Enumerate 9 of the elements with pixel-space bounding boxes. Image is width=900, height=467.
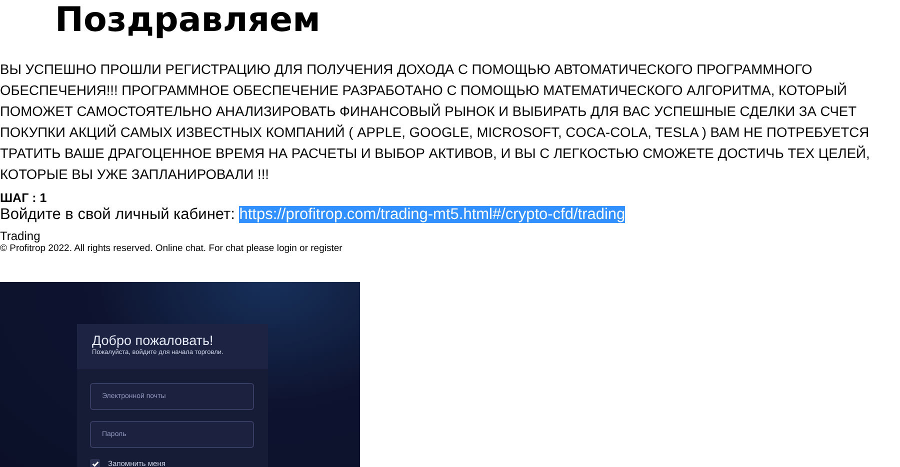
remember-checkbox[interactable]: [90, 459, 100, 467]
instruction-text: Войдите в свой личный кабинет:: [0, 206, 235, 223]
copyright-text: © Profitrop 2022. All rights reserved. Online chat. For chat please login or register: [0, 243, 344, 255]
step-label: ШАГ : 1: [0, 191, 48, 205]
page-heading: Поздравляем: [55, 0, 322, 40]
trading-link[interactable]: https://profitrop.com/trading-mt5.html#/crypto-cfd/trading: [239, 206, 626, 223]
welcome-title: Добро пожаловать!: [92, 333, 214, 349]
footer-title: Trading: [0, 230, 42, 243]
message-text: ВЫ УСПЕШНО ПРОШЛИ РЕГИСТРАЦИЮ ДЛЯ ПОЛУЧЕНИЯ ДОХОДА С ПОМОЩЬЮ АВТОМАТИЧЕСКОГО ПРОГРАММНОГО ОБЕСПЕЧЕНИЯ!!! ПРОГРАММНОЕ ОБЕСПЕЧЕНИЕ РАЗРАБОТАНО С ПОМОЩЬЮ МАТЕМАТИЧЕСКОГО АЛГОРИТМА, КОТОРЫЙ ПОМОЖЕТ САМОСТОЯТЕЛЬНО АНАЛИЗИРОВАТЬ ФИНАНСОВЫЙ РЫНОК И ВЫБИРАТЬ ДЛЯ ВАС УСПЕШНЫЕ СДЕЛКИ ЗА СЧЕТ ПОКУПКИ АКЦИЙ САМЫХ ИЗВЕСТНЫХ КОМПАНИЙ ( APPLE, GOOGLE, MICROSOFT, COCA-COLA, TESLA ) ВАМ НЕ ПОТРЕБУЕТСЯ ТРАТИТЬ ВАШЕ ДРАГОЦЕННОЕ ВРЕМЯ НА РАСЧЕТЫ И ВЫБОР АКТИВОВ, И ВЫ С ЛЕГКОСТЬЮ СМОЖЕТЕ ДОСТИЧЬ ТЕХ ЦЕЛЕЙ, КОТОРЫЕ ВЫ УЖЕ ЗАПЛАНИРОВАЛИ !!!: [0, 61, 871, 184]
